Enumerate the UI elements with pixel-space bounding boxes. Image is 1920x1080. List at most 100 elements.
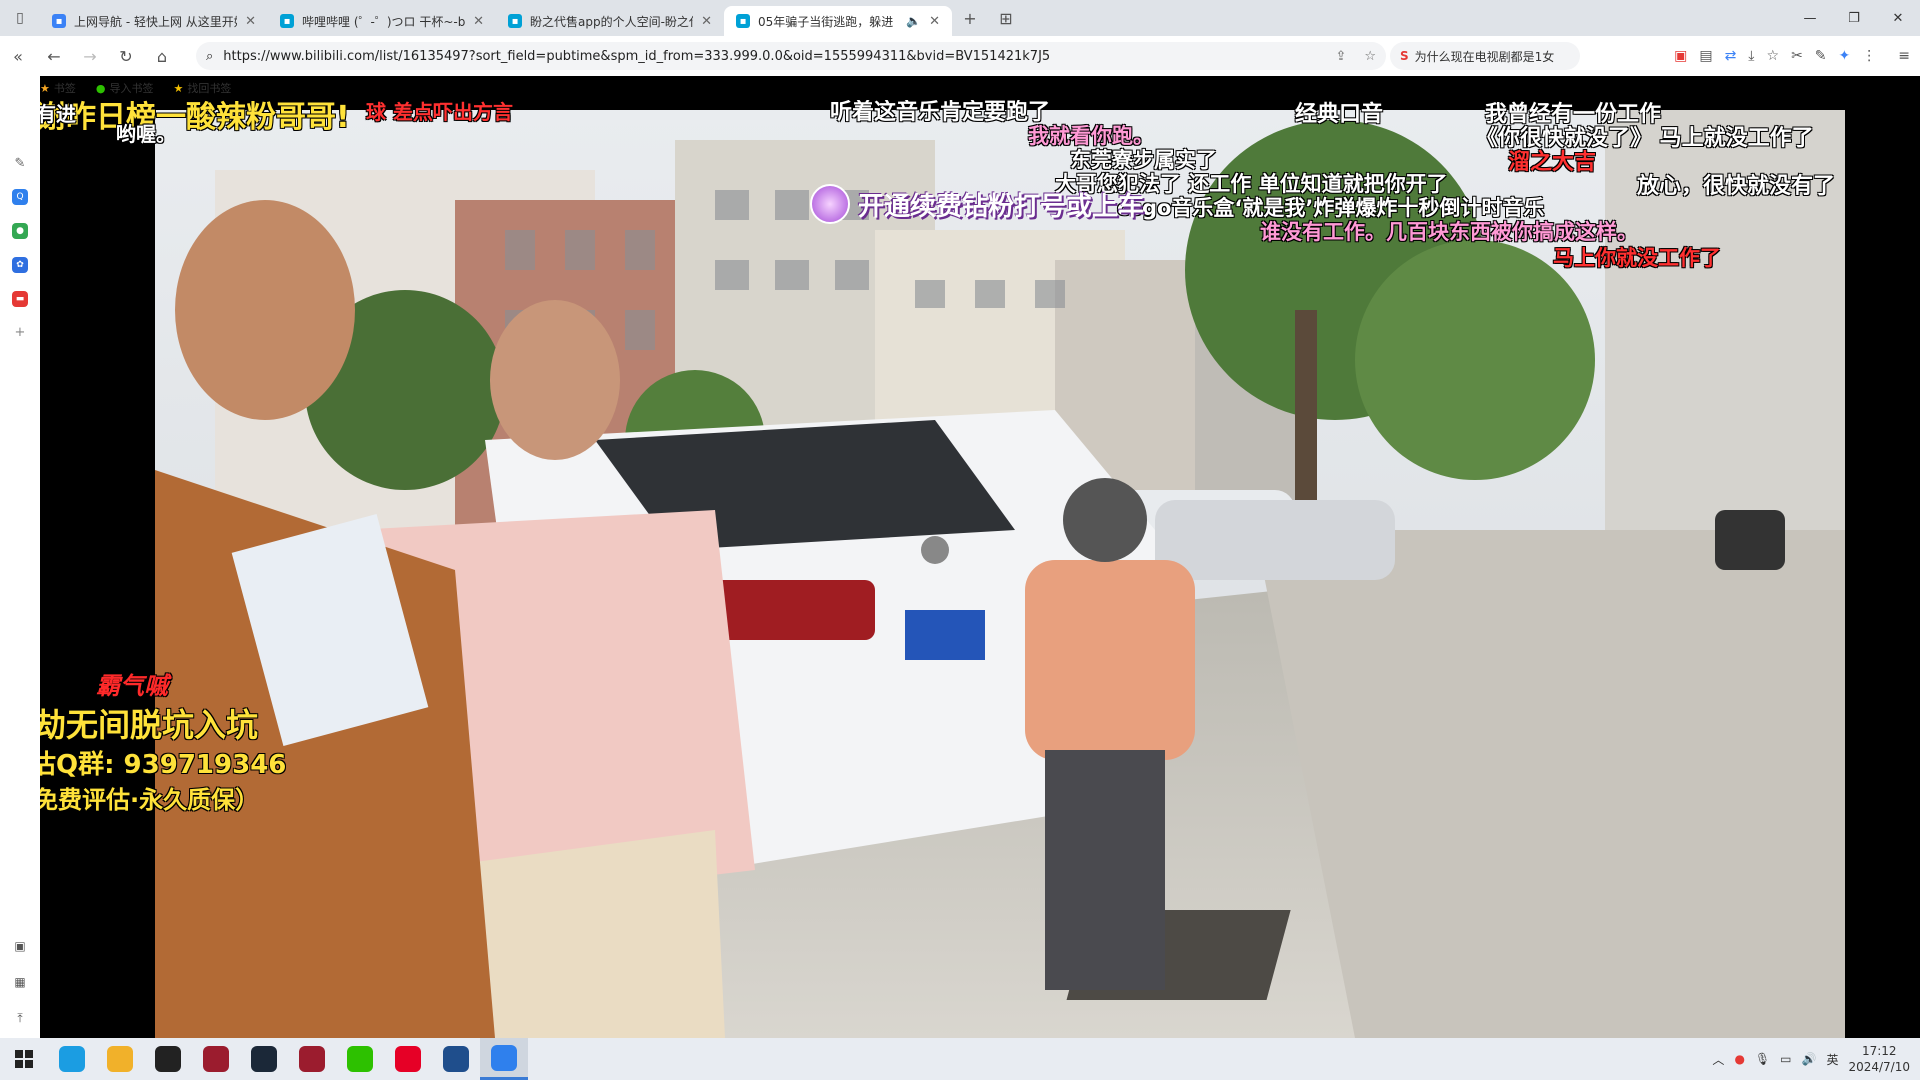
add-app-icon[interactable]: + — [15, 325, 26, 340]
tab-title: 哔哩哔哩 (゜-゜)つロ 干杯~-bili — [302, 14, 466, 29]
url-text[interactable]: https://www.bilibili.com/list/16135497?s… — [213, 49, 1335, 64]
collections-icon[interactable]: ☆ — [1767, 48, 1780, 64]
share-icon[interactable]: ⇪ — [1335, 49, 1346, 64]
new-tab-button[interactable]: + — [952, 9, 988, 28]
tab-grid-icon[interactable]: ⊞ — [988, 9, 1024, 28]
clock-time: 17:12 — [1861, 1044, 1897, 1058]
globe-icon: ▪ — [52, 14, 66, 28]
browser-tab[interactable]: ▪ 上网导航 - 轻快上网 从这里开始 ✕ — [40, 6, 268, 36]
screenshot-icon[interactable]: ✂ — [1791, 48, 1803, 64]
taskbar-app[interactable] — [336, 1038, 384, 1080]
reload-button[interactable]: ↻ — [108, 47, 144, 66]
video-player[interactable]: 开通续费钻粉打号或上车 感谢昨日榜一酸辣粉哥哥! 有进 哟喔。 球 差点吓出方言 听着这… — [40, 100, 1920, 1038]
ime-indicator[interactable]: 英 — [1826, 1051, 1838, 1068]
more-menu-icon[interactable]: ⋮ — [1862, 48, 1876, 64]
chrome-app-icon[interactable]: ● — [12, 223, 28, 239]
wechat-icon — [347, 1046, 373, 1072]
promo-signature: 霸气嘁 — [96, 671, 168, 700]
minimize-button[interactable]: — — [1788, 0, 1832, 36]
pin-icon[interactable]: ⤒ — [17, 1011, 22, 1026]
download-icon[interactable]: ⤓ — [1748, 48, 1754, 64]
taskbar-app[interactable] — [288, 1038, 336, 1080]
reader-icon[interactable]: ▤ — [1699, 48, 1712, 64]
taskbar-app[interactable] — [480, 1038, 528, 1080]
danmaku-comment: 马上你就没工作了 — [1553, 246, 1721, 270]
collapse-sidebar-icon[interactable]: « — [0, 47, 36, 66]
sidebar-toggle-icon[interactable]: ▯ — [0, 0, 40, 36]
video-icon[interactable]: ▣ — [14, 939, 25, 953]
promo-line-1: 永劫无间脱坑入坑 — [40, 706, 259, 744]
tab-title: 上网导航 - 轻快上网 从这里开始 — [74, 14, 238, 29]
start-button[interactable] — [0, 1050, 48, 1068]
game-icon — [155, 1046, 181, 1072]
search-icon: ⌕ — [206, 48, 214, 64]
search-app-icon[interactable]: Q — [12, 189, 28, 205]
bilibili-icon: ▪ — [736, 14, 750, 28]
taskbar-app[interactable] — [144, 1038, 192, 1080]
browser-tab[interactable]: ▪ 05年骗子当街逃跑，躲进 🔈 ✕ — [724, 6, 952, 36]
danmaku-comment: 听着这音乐肯定要跑了 — [830, 100, 1051, 125]
game3-icon — [299, 1046, 325, 1072]
taskbar-app[interactable] — [192, 1038, 240, 1080]
clock[interactable]: 17:12 2024/7/10 — [1848, 1043, 1910, 1075]
window-controls: — ❐ ✕ — [1788, 0, 1920, 36]
speaker-icon[interactable]: 🔈 — [906, 14, 921, 28]
pen-icon[interactable]: ✎ — [15, 156, 26, 171]
pen-icon[interactable]: ✎ — [1815, 48, 1827, 64]
stream-logo-icon — [810, 184, 850, 224]
navigation-bar: « ← → ↻ ⌂ ⌕ https://www.bilibili.com/lis… — [0, 36, 1920, 76]
app-red-icon[interactable]: ▬ — [12, 291, 28, 307]
volume-icon[interactable]: 🔊 — [1802, 1052, 1817, 1066]
danmaku-comment: 球 差点吓出方言 — [366, 100, 513, 124]
forward-button[interactable]: → — [72, 47, 108, 66]
restore-button[interactable]: ❐ — [1832, 0, 1876, 36]
bookmark-item[interactable]: ★ 书签 — [40, 80, 76, 96]
back-button[interactable]: ← — [36, 47, 72, 66]
sogou-icon: S — [1400, 49, 1409, 63]
taskbar-app[interactable] — [240, 1038, 288, 1080]
browser-tab[interactable]: ▪ 哔哩哔哩 (゜-゜)つロ 干杯~-bili ✕ — [268, 6, 496, 36]
game2-icon — [203, 1046, 229, 1072]
browser-tab[interactable]: ▪ 盼之代售app的个人空间-盼之代 ✕ — [496, 6, 724, 36]
bookmark-bar: ★ 书签 ● 导入书签 ★ 找回书签 — [40, 76, 231, 100]
taskbar-app[interactable] — [48, 1038, 96, 1080]
danmaku-comment: 溜之大吉 — [1508, 150, 1597, 175]
owl-icon — [107, 1046, 133, 1072]
danmaku-comment: 经典口音 — [1295, 102, 1384, 127]
ai-assistant-icon[interactable]: ✦ — [1839, 48, 1851, 64]
favorite-star-icon[interactable]: ☆ — [1364, 49, 1376, 64]
search-engine-box[interactable]: S 为什么现在电视剧都是1女 — [1390, 42, 1580, 70]
search-query-text[interactable]: 为什么现在电视剧都是1女 — [1415, 48, 1555, 65]
pdf-icon[interactable]: ▣ — [1674, 48, 1687, 64]
home-button[interactable]: ⌂ — [144, 47, 180, 66]
promo-line-2: 评估Q群: 939719346 — [40, 750, 287, 780]
close-tab-icon[interactable]: ✕ — [245, 14, 256, 29]
banner-text: 开通续费钻粉打号或上车 — [858, 191, 1145, 222]
bookmark-item[interactable]: ★ 找回书签 — [173, 80, 231, 96]
close-tab-icon[interactable]: ✕ — [701, 14, 712, 29]
stream-banner: 开通续费钻粉打号或上车 — [810, 184, 1144, 224]
tab-bar: ▯ ▪ 上网导航 - 轻快上网 从这里开始 ✕ ▪ 哔哩哔哩 (゜-゜)つロ 干杯~-b… — [0, 0, 1920, 36]
network-icon[interactable]: ▭ — [1780, 1052, 1791, 1066]
taskbar-app[interactable] — [432, 1038, 480, 1080]
layout-icon[interactable]: ▦ — [14, 975, 25, 989]
star-icon: ★ — [173, 82, 184, 95]
window-icon — [443, 1046, 469, 1072]
show-hidden-icons[interactable]: ︿ — [1712, 1051, 1724, 1068]
close-window-button[interactable]: ✕ — [1876, 0, 1920, 36]
close-tab-icon[interactable]: ✕ — [473, 14, 484, 29]
browser-icon — [491, 1044, 517, 1071]
menu-icon[interactable]: ≡ — [1898, 48, 1910, 64]
toolbar-icons: ▣ ▤ ⇄ ⤓ ☆ ✂ ✎ ✦ ⋮ ≡ — [1674, 42, 1910, 70]
paw-app-icon[interactable]: ✿ — [12, 257, 28, 273]
translate-icon[interactable]: ⇄ — [1725, 48, 1737, 64]
address-bar[interactable]: ⌕ https://www.bilibili.com/list/16135497… — [196, 42, 1386, 70]
close-tab-icon[interactable]: ✕ — [929, 14, 940, 29]
danmaku-comment: 放心，很快就没有了 — [1637, 174, 1836, 199]
bookmark-item[interactable]: ● 导入书签 — [96, 80, 154, 96]
app-tray-icon[interactable]: ● — [1734, 1052, 1744, 1066]
microphone-icon[interactable]: 🎙 — [1755, 1052, 1770, 1066]
bilibili-icon: ▪ — [508, 14, 522, 28]
taskbar-app[interactable] — [96, 1038, 144, 1080]
taskbar-app[interactable] — [384, 1038, 432, 1080]
